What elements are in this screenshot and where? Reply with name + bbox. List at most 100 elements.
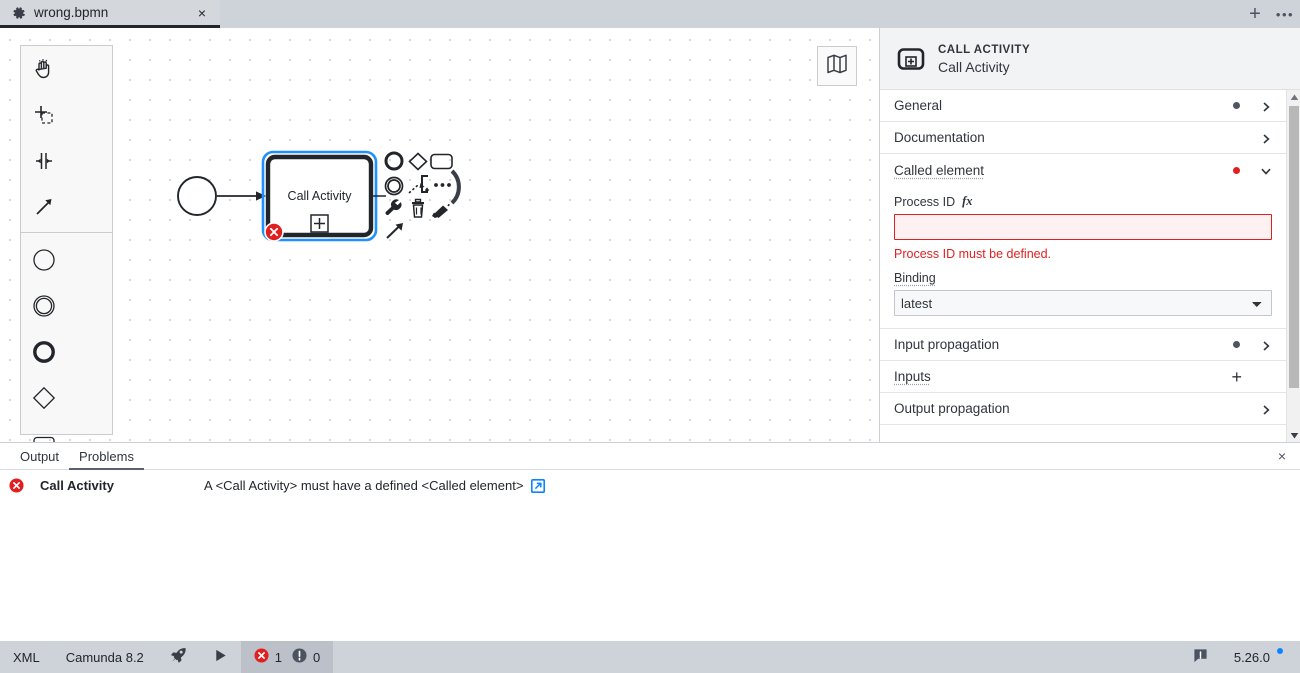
- called-element-fields: Process ID fx Process ID must be defined…: [880, 186, 1286, 329]
- error-badge[interactable]: [264, 222, 284, 242]
- wrench-icon: [385, 199, 402, 216]
- bpmn-start-event[interactable]: [177, 176, 217, 216]
- properties-group-documentation[interactable]: Documentation: [880, 122, 1286, 154]
- status-version-button[interactable]: 5.26.0: [1221, 641, 1300, 673]
- status-engine-label[interactable]: Camunda 8.2: [53, 641, 157, 673]
- chevron-down-icon: [1260, 164, 1272, 176]
- play-icon: [213, 648, 228, 666]
- chevron-right-icon: [1260, 100, 1272, 112]
- problem-element-name: Call Activity: [40, 478, 114, 493]
- problem-row[interactable]: Call Activity A <Call Activity> must hav…: [0, 470, 1300, 501]
- process-id-input[interactable]: [894, 214, 1272, 240]
- update-available-dot: [1277, 648, 1283, 654]
- gear-icon: [12, 6, 26, 20]
- append-text-annotation-icon: [421, 175, 429, 193]
- append-intermediate-event-icon: [384, 176, 404, 196]
- status-bar: XML Camunda 8.2 1 0 5.26.0: [0, 641, 1300, 673]
- rocket-icon: [170, 647, 187, 667]
- plus-icon: +: [1249, 3, 1261, 25]
- status-deploy-button[interactable]: [157, 641, 200, 673]
- set-color-icon: [432, 203, 450, 218]
- tab-problems[interactable]: Problems: [69, 443, 144, 470]
- properties-group-input-propagation[interactable]: Input propagation: [880, 329, 1286, 361]
- tab-wrong-bpmn[interactable]: wrong.bpmn ×: [0, 0, 220, 28]
- properties-panel: CALL ACTIVITY Call Activity General Docu…: [879, 28, 1300, 442]
- properties-group-inputs[interactable]: Inputs +: [880, 361, 1286, 393]
- properties-panel-body: General Documentation Called element Pro…: [880, 90, 1300, 442]
- chevron-right-icon: [1260, 132, 1272, 144]
- group-label: Output propagation: [894, 401, 1010, 416]
- status-xml-button[interactable]: XML: [0, 641, 53, 673]
- properties-group-general[interactable]: General: [880, 90, 1286, 122]
- warning-icon: [292, 648, 307, 666]
- bpmn-canvas[interactable]: ••• Call Activity: [0, 28, 879, 442]
- notification-icon: [1193, 648, 1208, 666]
- replace-icon: [450, 169, 461, 205]
- status-problems-button[interactable]: 1 0: [240, 641, 334, 673]
- bpmn-sequence-flow[interactable]: [217, 191, 266, 201]
- status-xml-label: XML: [13, 649, 40, 665]
- group-status-dot: [1233, 102, 1240, 109]
- problem-message: A <Call Activity> must have a defined <C…: [204, 478, 524, 493]
- process-id-label: Process ID fx: [894, 194, 1272, 209]
- status-notifications-button[interactable]: [1180, 641, 1221, 673]
- append-task-icon: [430, 153, 453, 170]
- properties-group-called-element[interactable]: Called element: [880, 154, 1286, 186]
- append-gateway-icon: [408, 152, 428, 171]
- error-icon: [9, 478, 24, 493]
- app-root: wrong.bpmn × + ••• Call Activity CALL AC…: [0, 0, 1300, 673]
- bottom-panel: Output Problems × Call Activity A <Call …: [0, 442, 1300, 641]
- tab-bar: wrong.bpmn × + •••: [0, 0, 1300, 28]
- group-label: Inputs: [894, 369, 931, 384]
- properties-scrollbar[interactable]: [1286, 90, 1300, 442]
- binding-label: Binding: [894, 271, 1272, 285]
- more-options-icon: [434, 183, 451, 187]
- chevron-right-icon: [1260, 403, 1272, 415]
- scroll-down-arrow-icon[interactable]: [1287, 428, 1300, 442]
- bottom-panel-tabs: Output Problems ×: [0, 443, 1300, 470]
- new-tab-button[interactable]: +: [1240, 0, 1270, 28]
- properties-group-partial[interactable]: [880, 425, 1286, 442]
- properties-group-output-propagation[interactable]: Output propagation: [880, 393, 1286, 425]
- fx-icon[interactable]: fx: [962, 194, 972, 209]
- binding-label-text: Binding: [894, 271, 936, 285]
- app-version-label: 5.26.0: [1233, 649, 1270, 665]
- call-activity-label: Call Activity: [288, 189, 353, 203]
- delete-icon: [412, 198, 424, 218]
- group-label: Called element: [894, 162, 985, 178]
- group-status-dot: [1233, 341, 1240, 348]
- append-end-event-icon: [384, 151, 404, 171]
- binding-select[interactable]: latest: [894, 290, 1272, 316]
- warning-count: 0: [313, 649, 321, 665]
- group-label: Documentation: [894, 130, 985, 145]
- close-icon[interactable]: ×: [194, 5, 210, 21]
- bpmn-call-activity[interactable]: Call Activity: [265, 154, 374, 238]
- scrollbar-thumb[interactable]: [1289, 106, 1299, 388]
- tab-output[interactable]: Output: [10, 443, 69, 470]
- tab-title: wrong.bpmn: [34, 5, 109, 20]
- error-icon: [254, 648, 269, 666]
- context-pad[interactable]: [384, 151, 461, 239]
- properties-element-name: Call Activity: [938, 58, 1010, 75]
- scroll-up-arrow-icon[interactable]: [1287, 90, 1300, 104]
- properties-element-type: CALL ACTIVITY: [938, 43, 1031, 56]
- properties-scroll-area: General Documentation Called element Pro…: [880, 90, 1286, 442]
- group-label: Input propagation: [894, 337, 1000, 352]
- chevron-right-icon: [1260, 339, 1272, 351]
- properties-panel-header: CALL ACTIVITY Call Activity: [880, 28, 1300, 90]
- close-icon[interactable]: ×: [1274, 448, 1290, 464]
- external-link-icon[interactable]: [531, 478, 546, 493]
- bpmn-diagram[interactable]: Call Activity: [0, 28, 879, 442]
- process-id-label-text: Process ID: [894, 194, 956, 209]
- process-id-error: Process ID must be defined.: [894, 247, 1052, 261]
- call-activity-icon: [896, 44, 926, 74]
- tab-overflow-button[interactable]: •••: [1270, 0, 1300, 28]
- group-label: General: [894, 98, 943, 113]
- group-status-dot: [1233, 166, 1240, 174]
- engine-version-label: Camunda 8.2: [65, 649, 144, 665]
- error-count: 1: [274, 649, 283, 665]
- status-run-button[interactable]: [200, 641, 241, 673]
- plus-icon[interactable]: +: [1231, 368, 1242, 386]
- resize-icon: [386, 223, 403, 239]
- more-options-icon: •••: [1275, 6, 1295, 22]
